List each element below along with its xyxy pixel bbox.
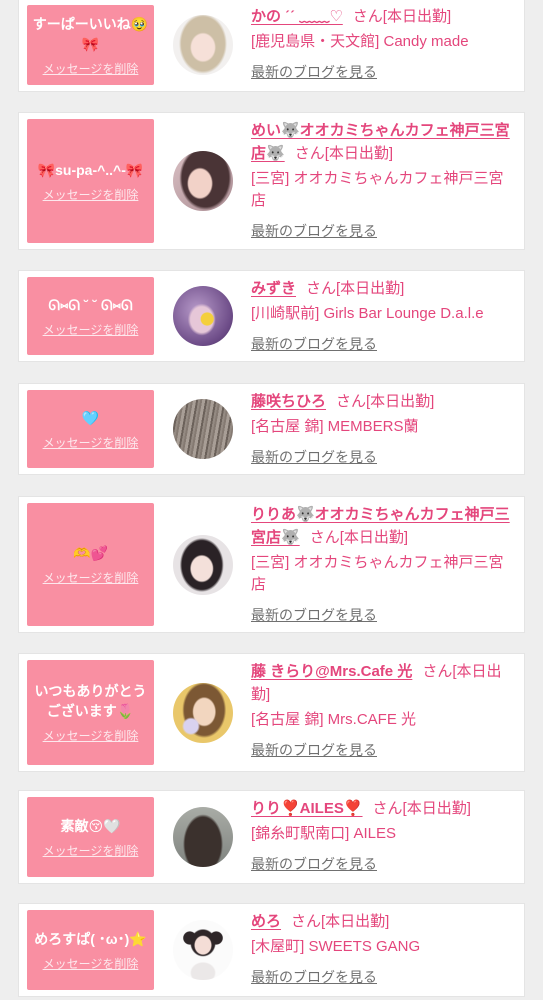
attendance-status: さん[本日出勤] — [306, 280, 405, 297]
cast-card: 🩵 メッセージを削除 藤咲ちひろ さん[本日出勤] [名古屋 錦] MEMBERS… — [18, 383, 525, 475]
latest-blog-link[interactable]: 最新のブログを見る — [251, 446, 518, 469]
message-box: 🩵 メッセージを削除 — [27, 390, 154, 468]
shop-location: [三宮] オオカミちゃんカフェ神戸三宮店 — [251, 554, 504, 593]
attendance-status: さん[本日出勤] — [336, 393, 435, 410]
message-text: いつもありがとうございます🌷 — [34, 683, 147, 719]
cast-info: めい🐺オオカミちゃんカフェ神戸三宮店🐺 さん[本日出勤] [三宮] オオカミちゃん… — [251, 119, 518, 243]
name-line: かの ˊˊ ﹏﹏♡ さん[本日出勤] — [251, 5, 518, 28]
name-line: みずき さん[本日出勤] — [251, 277, 518, 300]
cast-card: すーぱーいいね🥹🎀 メッセージを削除 かの ˊˊ ﹏﹏♡ さん[本日出勤] [鹿児… — [18, 0, 525, 92]
shop-location: [名古屋 錦] Mrs.CAFE 光 — [251, 711, 417, 728]
delete-message-link[interactable]: メッセージを削除 — [43, 956, 139, 972]
delete-message-link[interactable]: メッセージを削除 — [43, 187, 139, 203]
latest-blog-link[interactable]: 最新のブログを見る — [251, 853, 518, 876]
avatar[interactable] — [173, 534, 233, 595]
message-text: 🫶💕 — [73, 545, 108, 561]
cast-name-link[interactable]: りり❣️AILES❣️ — [251, 800, 363, 817]
avatar[interactable] — [173, 807, 233, 867]
cast-name-link[interactable]: めろ — [251, 913, 281, 930]
message-box: 🫶💕 メッセージを削除 — [27, 503, 154, 626]
message-text: 🩵 — [81, 409, 100, 426]
shop-location: [川崎駅前] Girls Bar Lounge D.a.l.e — [251, 305, 484, 322]
message-box: ᘏ⑅ᘏ ˘ ˘ ᘏ⑅ᘏ メッセージを削除 — [27, 277, 154, 355]
delete-message-link[interactable]: メッセージを削除 — [43, 61, 139, 77]
attendance-status: さん[本日出勤] — [352, 8, 452, 25]
message-text: めろすぱ( ･ω･)⭐️ — [34, 930, 147, 947]
cast-info: めろ さん[本日出勤] [木屋町] SWEETS GANG 最新のブログを見る — [251, 910, 518, 989]
attendance-status: さん[本日出勤] — [372, 800, 471, 817]
name-line: りりあ🐺オオカミちゃんカフェ神戸三宮店🐺 さん[本日出勤] — [251, 503, 518, 549]
name-line: めろ さん[本日出勤] — [251, 910, 518, 933]
cast-info: 藤咲ちひろ さん[本日出勤] [名古屋 錦] MEMBERS蘭 最新のブログを見る — [251, 390, 518, 469]
avatar[interactable] — [173, 151, 233, 211]
latest-blog-link[interactable]: 最新のブログを見る — [251, 333, 518, 356]
cast-info: みずき さん[本日出勤] [川崎駅前] Girls Bar Lounge D.a.… — [251, 277, 518, 356]
cast-card: 素敵😚🤍 メッセージを削除 りり❣️AILES❣️ さん[本日出勤] [錦糸町駅南… — [18, 790, 525, 884]
latest-blog-link[interactable]: 最新のブログを見る — [251, 604, 518, 627]
latest-blog-link[interactable]: 最新のブログを見る — [251, 739, 518, 762]
cast-name-link[interactable]: みずき — [251, 280, 296, 297]
cast-name-link[interactable]: 藤 きらり@Mrs.Cafe 光 — [251, 663, 412, 680]
avatar[interactable] — [173, 682, 233, 743]
message-text: 素敵😚🤍 — [60, 817, 121, 834]
shop-location: [名古屋 錦] MEMBERS蘭 — [251, 418, 419, 435]
attendance-status: さん[本日出勤] — [294, 145, 394, 162]
cast-card: 🎀su-pa-^..^-🎀 メッセージを削除 めい🐺オオカミちゃんカフェ神戸三宮… — [18, 112, 525, 250]
attendance-status: さん[本日出勤] — [309, 529, 409, 546]
delete-message-link[interactable]: メッセージを削除 — [43, 435, 139, 451]
avatar[interactable] — [173, 399, 233, 459]
shop-location: [錦糸町駅南口] AILES — [251, 825, 397, 842]
message-text: ᘏ⑅ᘏ ˘ ˘ ᘏ⑅ᘏ — [48, 296, 133, 313]
cast-name-link[interactable]: 藤咲ちひろ — [251, 393, 326, 410]
avatar[interactable] — [173, 920, 233, 980]
delete-message-link[interactable]: メッセージを削除 — [43, 322, 139, 338]
shop-location: [三宮] オオカミちゃんカフェ神戸三宮店 — [251, 170, 504, 209]
cast-info: りり❣️AILES❣️ さん[本日出勤] [錦糸町駅南口] AILES 最新のブロ… — [251, 797, 518, 876]
cast-name-link[interactable]: かの ˊˊ ﹏﹏♡ — [251, 8, 343, 25]
delete-message-link[interactable]: メッセージを削除 — [43, 843, 139, 859]
name-line: 藤 きらり@Mrs.Cafe 光さん[本日出勤] — [251, 660, 518, 706]
latest-blog-link[interactable]: 最新のブログを見る — [251, 61, 518, 84]
attendance-status: さん[本日出勤] — [291, 913, 390, 930]
cast-info: 藤 きらり@Mrs.Cafe 光さん[本日出勤] [名古屋 錦] Mrs.CAF… — [251, 660, 518, 762]
cast-card: ᘏ⑅ᘏ ˘ ˘ ᘏ⑅ᘏ メッセージを削除 みずき さん[本日出勤] [川崎駅前] … — [18, 270, 525, 362]
latest-blog-link[interactable]: 最新のブログを見る — [251, 220, 518, 243]
message-box: めろすぱ( ･ω･)⭐️ メッセージを削除 — [27, 910, 154, 990]
message-text: すーぱーいいね🥹🎀 — [32, 15, 149, 52]
latest-blog-link[interactable]: 最新のブログを見る — [251, 966, 518, 989]
shop-location: [木屋町] SWEETS GANG — [251, 938, 421, 955]
cast-info: りりあ🐺オオカミちゃんカフェ神戸三宮店🐺 さん[本日出勤] [三宮] オオカミちゃ… — [251, 503, 518, 627]
cast-info: かの ˊˊ ﹏﹏♡ さん[本日出勤] [鹿児島県・天文館] Candy made … — [251, 5, 518, 84]
message-box: 素敵😚🤍 メッセージを削除 — [27, 797, 154, 877]
message-box: すーぱーいいね🥹🎀 メッセージを削除 — [27, 5, 154, 85]
delete-message-link[interactable]: メッセージを削除 — [43, 728, 139, 744]
avatar[interactable] — [173, 15, 233, 75]
cast-card: いつもありがとうございます🌷 メッセージを削除 藤 きらり@Mrs.Cafe 光… — [18, 653, 525, 772]
name-line: りり❣️AILES❣️ さん[本日出勤] — [251, 797, 518, 820]
message-text: 🎀su-pa-^..^-🎀 — [37, 161, 144, 178]
message-box: 🎀su-pa-^..^-🎀 メッセージを削除 — [27, 119, 154, 243]
cast-card: めろすぱ( ･ω･)⭐️ メッセージを削除 めろ さん[本日出勤] [木屋町] S… — [18, 903, 525, 997]
avatar[interactable] — [173, 286, 233, 346]
name-line: 藤咲ちひろ さん[本日出勤] — [251, 390, 518, 413]
message-box: いつもありがとうございます🌷 メッセージを削除 — [27, 660, 154, 765]
shop-location: [鹿児島県・天文館] Candy made — [251, 33, 469, 50]
delete-message-link[interactable]: メッセージを削除 — [43, 570, 139, 586]
cast-card: 🫶💕 メッセージを削除 りりあ🐺オオカミちゃんカフェ神戸三宮店🐺 さん[本日出勤]… — [18, 496, 525, 633]
name-line: めい🐺オオカミちゃんカフェ神戸三宮店🐺 さん[本日出勤] — [251, 119, 518, 165]
